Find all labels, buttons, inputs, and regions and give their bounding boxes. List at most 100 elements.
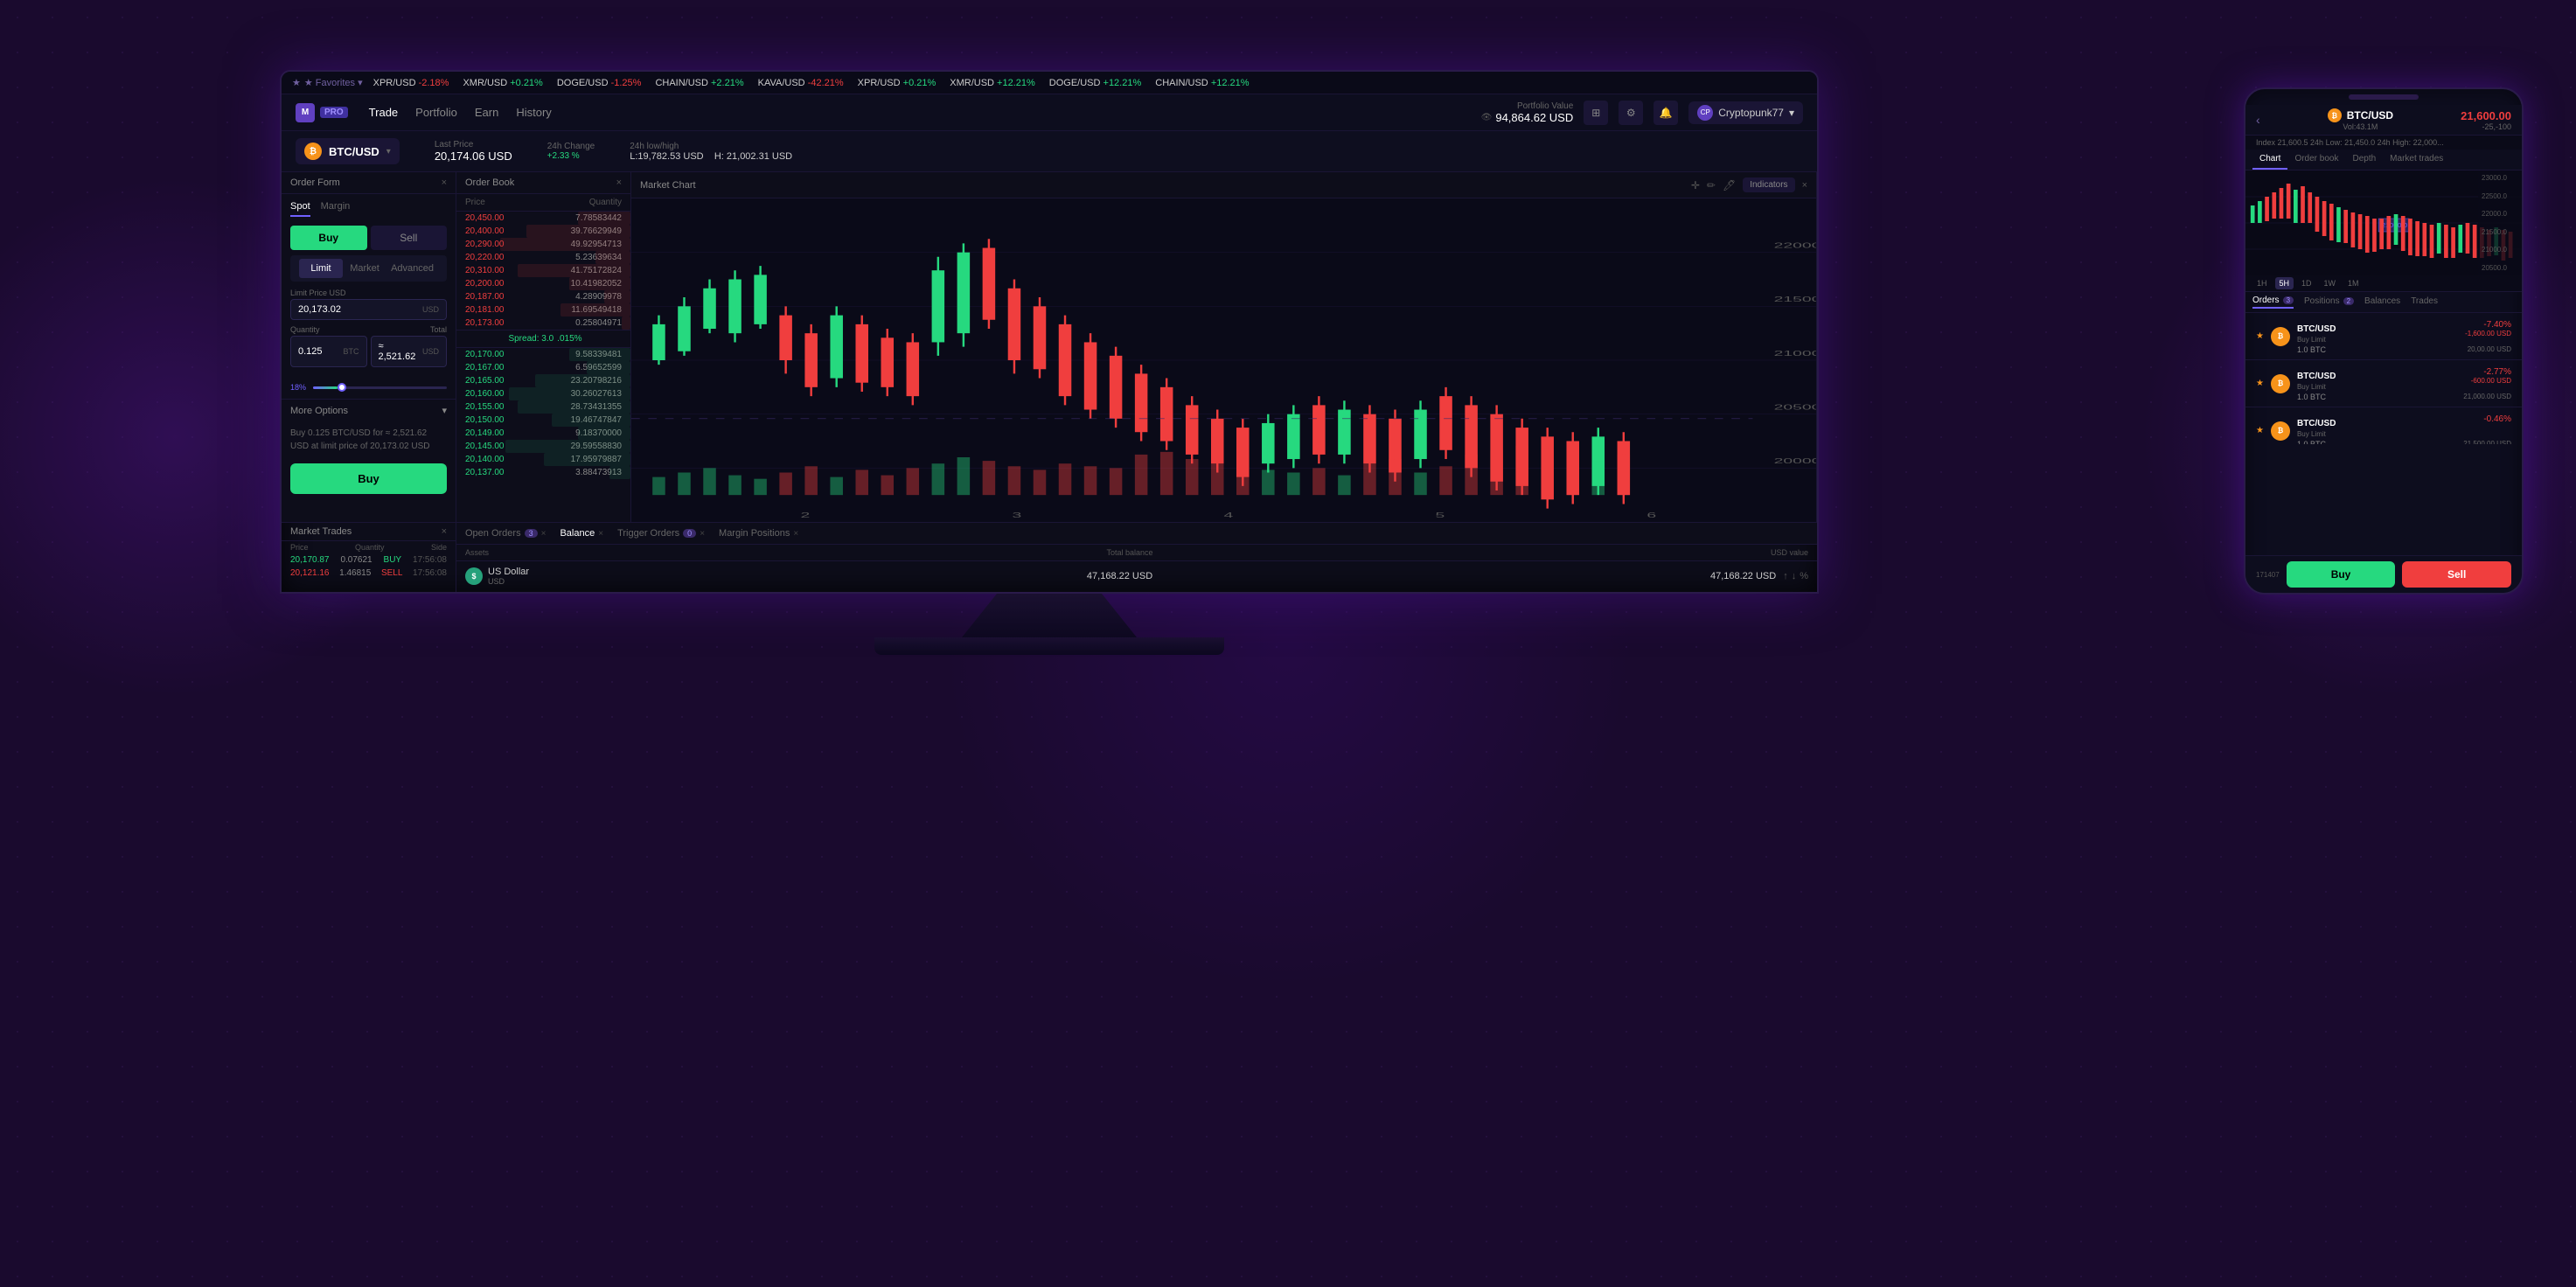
- market-trades-close[interactable]: ×: [442, 526, 447, 537]
- nav-earn[interactable]: Earn: [475, 102, 498, 122]
- ob-ask-row[interactable]: 20,181.0011.69549418: [456, 303, 630, 317]
- order-type-market[interactable]: Market: [343, 259, 386, 278]
- submit-buy-button[interactable]: Buy: [290, 463, 447, 494]
- grid-icon-btn[interactable]: ⊞: [1584, 101, 1608, 125]
- settings-icon-btn[interactable]: ⚙: [1619, 101, 1643, 125]
- notification-icon-btn[interactable]: 🔔: [1654, 101, 1678, 125]
- mobile-tf-1h[interactable]: 1H: [2252, 277, 2272, 289]
- ob-bid-row[interactable]: 20,165.0023.20798216: [456, 374, 630, 387]
- ob-ask-row[interactable]: 20,400.0039.76629949: [456, 225, 630, 238]
- ob-ask-row[interactable]: 20,187.004.28909978: [456, 290, 630, 303]
- mobile-back-button[interactable]: ‹: [2256, 113, 2260, 127]
- mobile-tab-orders[interactable]: Orders 3: [2252, 296, 2294, 309]
- order-form-close[interactable]: ×: [442, 177, 447, 188]
- ob-bid-row[interactable]: 20,160.0030.26027613: [456, 387, 630, 400]
- slider-track[interactable]: [313, 386, 447, 389]
- mobile-tf-1m[interactable]: 1M: [2343, 277, 2364, 289]
- ob-ask-row[interactable]: 20,173.000.25804971: [456, 317, 630, 330]
- ob-bid-row[interactable]: 20,137.003.88473913: [456, 466, 630, 479]
- symbol-selector[interactable]: ₿ BTC/USD ▾: [296, 138, 400, 164]
- ob-ask-row[interactable]: 20,200.0010.41982052: [456, 277, 630, 290]
- asset-ticker: USD: [488, 577, 529, 586]
- tab-trigger-orders[interactable]: Trigger Orders 0 ×: [617, 526, 705, 540]
- marker-icon[interactable]: 🖊: [1723, 179, 1736, 191]
- tab-spot[interactable]: Spot: [290, 201, 310, 217]
- ob-bid-row[interactable]: 20,140.0017.95979887: [456, 453, 630, 466]
- nav-portfolio[interactable]: Portfolio: [415, 102, 457, 122]
- indicators-button[interactable]: Indicators: [1743, 177, 1794, 192]
- margin-positions-close[interactable]: ×: [793, 529, 798, 539]
- tab-open-orders[interactable]: Open Orders 3 ×: [465, 526, 546, 540]
- withdraw-icon[interactable]: ↓: [1792, 571, 1797, 581]
- mobile-tab-orderbook[interactable]: Order book: [2287, 150, 2345, 170]
- ob-bid-row[interactable]: 20,149.009.18370000: [456, 427, 630, 440]
- mobile-sell-button[interactable]: Sell: [2402, 561, 2511, 588]
- mobile-tab-chart[interactable]: Chart: [2252, 150, 2287, 170]
- trigger-orders-close[interactable]: ×: [700, 529, 705, 539]
- tab-margin-positions[interactable]: Margin Positions ×: [719, 526, 798, 540]
- ob-ask-row[interactable]: 20,450.007.78583442: [456, 212, 630, 225]
- ob-ask-row[interactable]: 20,310.0041.75172824: [456, 264, 630, 277]
- ticker-item-xmr2[interactable]: XMR/USD +12.21%: [950, 78, 1035, 88]
- ticker-item-chain2[interactable]: CHAIN/USD +12.21%: [1155, 78, 1249, 88]
- ticker-item-xpr2[interactable]: XPR/USD +0.21%: [858, 78, 936, 88]
- ob-bid-row[interactable]: 20,155.0028.73431355: [456, 400, 630, 414]
- ob-bid-row[interactable]: 20,167.006.59652599: [456, 361, 630, 374]
- cursor-icon[interactable]: ✛: [1691, 179, 1700, 191]
- ob-bid-row[interactable]: 20,170.009.58339481: [456, 348, 630, 361]
- order-type-limit[interactable]: Limit: [299, 259, 343, 278]
- nav-history[interactable]: History: [516, 102, 551, 122]
- mobile-tab-trades[interactable]: Market trades: [2383, 150, 2450, 170]
- ob-ask-row[interactable]: 20,220.005.23639634: [456, 251, 630, 264]
- limit-price-unit: USD: [422, 305, 439, 314]
- mobile-order-star-2[interactable]: ★: [2256, 379, 2264, 388]
- pencil-icon[interactable]: ✏: [1707, 179, 1716, 191]
- ob-bid-row[interactable]: 20,150.0019.46747847: [456, 414, 630, 427]
- order-book-close[interactable]: ×: [616, 177, 622, 188]
- mobile-tf-5h[interactable]: 5H: [2275, 277, 2294, 289]
- ob-bid-row[interactable]: 20,145.0029.59558830: [456, 440, 630, 453]
- mt-col-headers: Price Quantity Side: [282, 541, 456, 553]
- quantity-input[interactable]: 0.125 BTC: [290, 336, 367, 367]
- mobile-tf-1d[interactable]: 1D: [2297, 277, 2316, 289]
- balance-close[interactable]: ×: [598, 529, 603, 539]
- limit-price-input[interactable]: 20,173.02 USD: [290, 299, 447, 320]
- buy-button[interactable]: Buy: [290, 226, 367, 250]
- mt-side-header: Side: [431, 543, 447, 552]
- ticker-item-chain1[interactable]: CHAIN/USD +2.21%: [655, 78, 743, 88]
- order-type-advanced[interactable]: Advanced: [386, 259, 438, 278]
- user-dropdown[interactable]: CP Cryptopunk77 ▾: [1688, 101, 1803, 124]
- mobile-tab-depth[interactable]: Depth: [2345, 150, 2383, 170]
- favorites-dropdown[interactable]: ★ ★ Favorites ▾: [292, 77, 363, 88]
- ticker-item-doge2[interactable]: DOGE/USD +12.21%: [1049, 78, 1141, 88]
- sell-button[interactable]: Sell: [371, 226, 448, 250]
- ticker-item-doge1[interactable]: DOGE/USD -1.25%: [557, 78, 642, 88]
- portfolio-value: Portfolio Value 👁 94,864.62 USD: [1481, 101, 1574, 124]
- mobile-tf-1w[interactable]: 1W: [2320, 277, 2341, 289]
- ob-ask-row[interactable]: 20,290.0049.92954713: [456, 238, 630, 251]
- open-orders-close[interactable]: ×: [541, 529, 547, 539]
- mobile-order-star-1[interactable]: ★: [2256, 331, 2264, 341]
- mobile-buy-button[interactable]: Buy: [2287, 561, 2396, 588]
- ticker-item-xpr1[interactable]: XPR/USD -2.18%: [373, 78, 449, 88]
- mobile-tab-trades[interactable]: Trades: [2411, 296, 2438, 309]
- slider-thumb[interactable]: [338, 383, 346, 392]
- tab-margin[interactable]: Margin: [321, 201, 351, 217]
- ob-ask-price: 20,450.00: [465, 213, 505, 223]
- total-input[interactable]: ≈ 2,521.62 USD: [371, 336, 448, 367]
- mobile-order-star-3[interactable]: ★: [2256, 426, 2264, 435]
- mobile-tab-balances[interactable]: Balances: [2364, 296, 2400, 309]
- hide-balance-icon[interactable]: 👁: [1481, 113, 1493, 122]
- balance-total: 47,168.22 USD: [1087, 571, 1152, 581]
- ticker-item-xmr1[interactable]: XMR/USD +0.21%: [463, 78, 542, 88]
- ticker-item-kava[interactable]: KAVA/USD -42.21%: [758, 78, 844, 88]
- chart-close[interactable]: ×: [1802, 180, 1807, 191]
- deposit-icon[interactable]: ↑: [1783, 571, 1788, 581]
- total-value: ≈ 2,521.62: [379, 341, 422, 362]
- tab-balance[interactable]: Balance ×: [560, 526, 603, 540]
- nav-trade[interactable]: Trade: [369, 102, 398, 122]
- more-options-row[interactable]: More Options ▾: [282, 399, 456, 421]
- mobile-tab-positions[interactable]: Positions 2: [2304, 296, 2354, 309]
- limit-price-value: 20,173.02: [298, 304, 341, 315]
- percent-icon[interactable]: %: [1800, 571, 1808, 581]
